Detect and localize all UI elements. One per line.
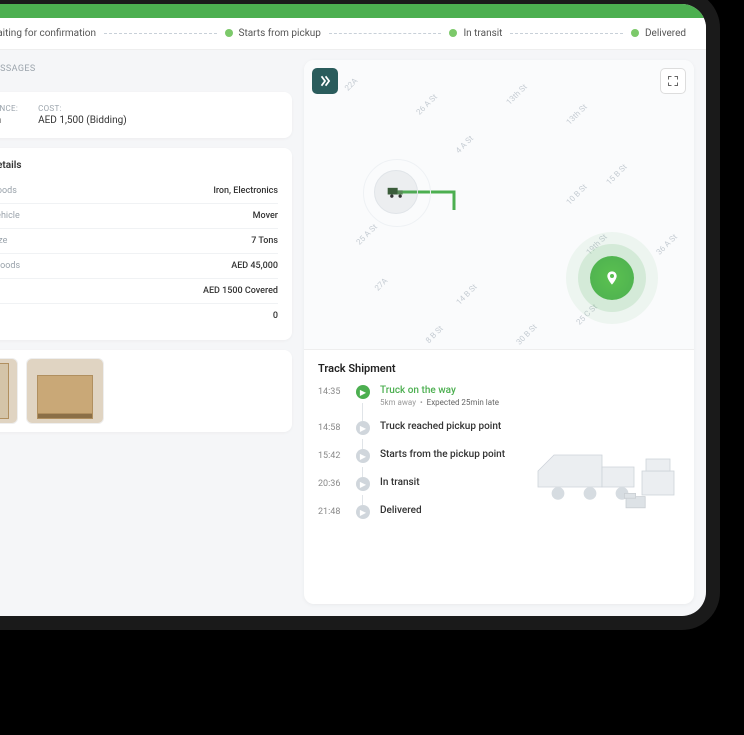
track-item-title: Truck on the way (380, 385, 680, 396)
street-label: 19th St (585, 232, 609, 256)
track-body: Truck on the way 5km away • Expected 25mi… (380, 385, 680, 407)
track-sub: 5km away • Expected 25min late (380, 398, 680, 407)
info-cost: COST: AED 1,500 (Bidding) (38, 104, 127, 126)
thumbnails (0, 358, 284, 424)
track-time: 15:42 (318, 449, 346, 461)
fullscreen-icon (667, 75, 679, 87)
content-area: FO VEHICLE DETAILS MESSAGES SHIPMENT DAT… (0, 50, 706, 614)
track-time: 14:35 (318, 385, 346, 397)
info-distance: DISTANCE: 45km (0, 104, 18, 126)
track-time: 14:58 (318, 421, 346, 433)
track-time: 20:36 (318, 477, 346, 489)
goods-value: 0 (273, 311, 278, 321)
dot-icon (631, 29, 639, 37)
street-label: 25 C St (575, 302, 599, 326)
goods-value: Mover (253, 211, 278, 221)
dot-icon (225, 29, 233, 37)
track-title: Track Shipment (318, 362, 680, 375)
track-shipment-panel: Track Shipment 14:35 ▶ Truck on the way 5km… (304, 350, 694, 541)
progress-line (329, 33, 442, 34)
goods-value: Iron, Electronics (213, 186, 278, 196)
progress-bar: Waiting for confirmation Starts from pic… (0, 18, 706, 50)
goods-label: Vehicle size (0, 236, 7, 246)
play-icon: ▶ (356, 477, 370, 491)
progress-line (104, 33, 217, 34)
goods-title: Goods details (0, 160, 278, 171)
shipment-header-card: SHIPMENT DATE & TIME: 5 Jul, 2022; 1:45 … (0, 92, 292, 138)
goods-details-card: Goods details Type of goods Iron, Electro… (0, 148, 292, 340)
value-cost: AED 1,500 (Bidding) (38, 115, 127, 126)
thumb-3[interactable] (26, 358, 104, 424)
goods-row: Type of goods Iron, Electronics (0, 179, 278, 204)
progress-step-pickup: Starts from pickup (225, 28, 321, 39)
track-time: 21:48 (318, 505, 346, 517)
progress-line (510, 33, 623, 34)
track-row: 14:35 ▶ Truck on the way 5km away • Expecte… (318, 385, 680, 421)
thumbnails-card (0, 350, 292, 432)
street-label: 15 B St (605, 162, 629, 186)
goods-row: Helpers0 (0, 304, 278, 328)
progress-step-delivered: Delivered (631, 28, 686, 39)
play-icon: ▶ (356, 449, 370, 463)
street-label: 36 A St (655, 232, 679, 256)
two-col-row: h Zayed Road, OTP: 2184 heikh Zayed Road… (0, 148, 292, 340)
play-icon: ▶ (356, 421, 370, 435)
street-label: 27A (373, 276, 389, 292)
goods-value: AED 1500 Covered (203, 286, 278, 296)
street-label: 25 A St (355, 222, 379, 246)
dot-icon (449, 29, 457, 37)
progress-step-waiting: Waiting for confirmation (0, 28, 96, 39)
label-distance: DISTANCE: (0, 104, 18, 113)
truck-icon (386, 184, 406, 200)
detail-tabs: FO VEHICLE DETAILS MESSAGES (0, 60, 292, 82)
goods-row: Value of goods AED 45,000 (0, 254, 278, 279)
map-view[interactable]: 22A 26 A St 13th St 4 A St 13th St 25 A … (304, 60, 694, 350)
label-cost: COST: (38, 104, 127, 113)
play-icon: ▶ (356, 505, 370, 519)
goods-label: Type of vehicle (0, 211, 20, 221)
goods-row: Vehicle size 7 Tons (0, 229, 278, 254)
goods-value: 7 Tons (251, 236, 278, 246)
progress-step-transit: In transit (449, 28, 502, 39)
left-column: FO VEHICLE DETAILS MESSAGES SHIPMENT DAT… (0, 60, 292, 604)
top-accent-bar (0, 4, 706, 18)
goods-value: AED 45,000 (231, 261, 278, 271)
goods-row: Type of vehicle Mover (0, 204, 278, 229)
thumb-2[interactable] (0, 358, 18, 424)
street-label: 30 B St (515, 322, 539, 346)
street-label: 14 B St (455, 282, 479, 306)
value-distance: 45km (0, 115, 18, 126)
app-screen: Waiting for confirmation Starts from pic… (0, 4, 706, 616)
goods-row: InsuranceAED 1500 Covered (0, 279, 278, 304)
street-label: 8 B St (424, 324, 445, 345)
play-icon: ▶ (356, 385, 370, 399)
right-panel: 22A 26 A St 13th St 4 A St 13th St 25 A … (304, 60, 694, 604)
fullscreen-button[interactable] (660, 68, 686, 94)
route-line (304, 60, 604, 210)
truck-illustration (522, 429, 682, 529)
pin-icon (604, 270, 620, 286)
destination-marker[interactable] (590, 256, 634, 300)
goods-label: Type of goods (0, 186, 17, 196)
goods-table: Type of goods Iron, Electronics Type of ve… (0, 179, 278, 328)
tab-messages[interactable]: MESSAGES (0, 64, 36, 74)
goods-label: Value of goods (0, 261, 20, 271)
origin-marker[interactable] (374, 170, 418, 214)
tablet-frame: Waiting for confirmation Starts from pic… (0, 0, 720, 630)
